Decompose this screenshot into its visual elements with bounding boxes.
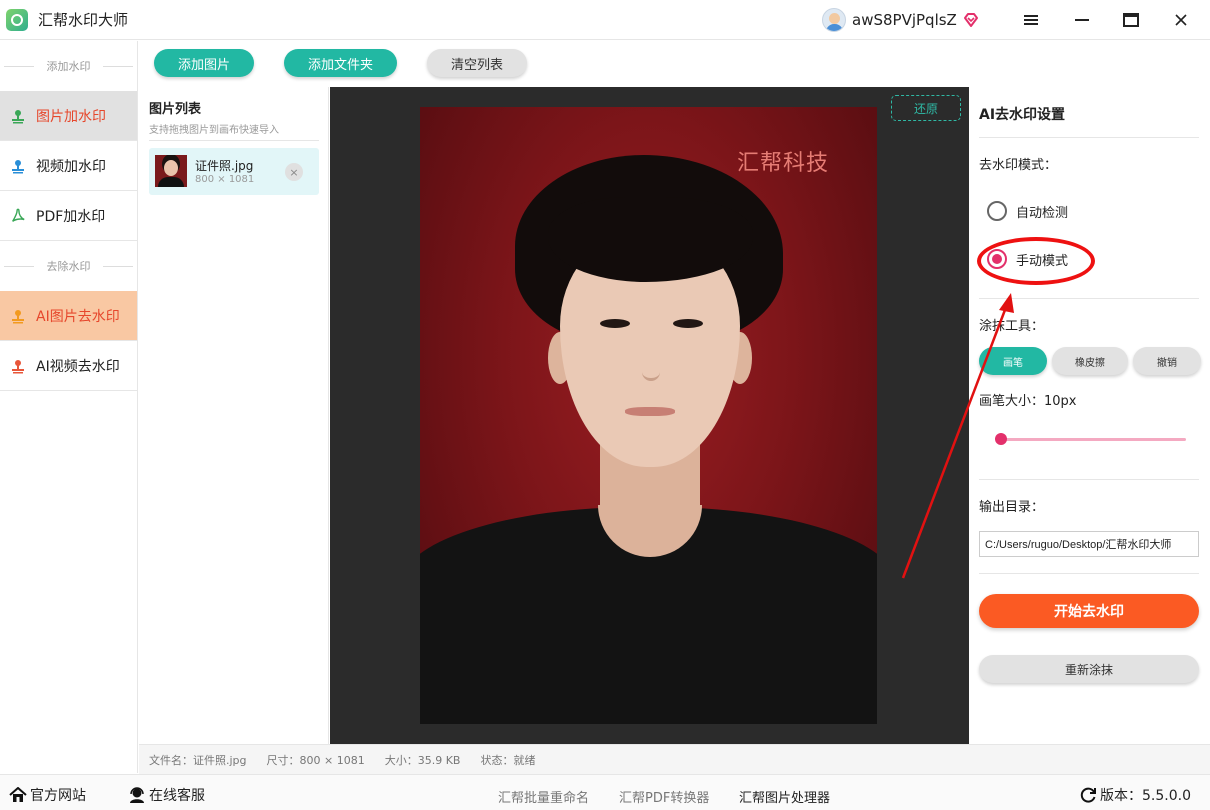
brush-size-label: 画笔大小： xyxy=(979,394,1045,409)
refresh-icon xyxy=(1079,786,1097,804)
sidebar: 添加水印 图片加水印 视频加水印 PDF加水印 去除水印 AI图片去水印 AI视… xyxy=(0,41,138,773)
photo-mouth xyxy=(625,407,675,416)
sidebar-item-ai-image-remove[interactable]: AI图片去水印 xyxy=(0,291,137,341)
image-list-title: 图片列表 xyxy=(149,102,202,117)
version-info[interactable]: 版本：5.5.0.0 xyxy=(1079,785,1191,805)
vip-diamond-icon[interactable] xyxy=(963,12,979,28)
file-dimensions: 800 × 1081 xyxy=(195,174,255,185)
divider xyxy=(979,479,1199,480)
maximize-icon[interactable] xyxy=(1118,8,1144,32)
start-remove-button[interactable]: 开始去水印 xyxy=(979,594,1199,628)
sidebar-item-label: 视频加水印 xyxy=(36,158,106,175)
image-stamp-icon xyxy=(10,108,26,124)
username[interactable]: awS8PVjPqlsZ xyxy=(852,11,957,29)
footer-tool-pdf[interactable]: 汇帮PDF转换器 xyxy=(619,787,709,806)
user-account[interactable]: awS8PVjPqlsZ xyxy=(822,7,979,33)
clear-list-button[interactable]: 清空列表 xyxy=(427,49,527,77)
website-link-label: 官方网站 xyxy=(30,788,86,804)
hamburger-menu-icon[interactable] xyxy=(1018,8,1044,32)
footer: 官方网站 在线客服 汇帮批量重命名 汇帮PDF转换器 汇帮图片处理器 版本：5.… xyxy=(0,774,1210,810)
website-link[interactable]: 官方网站 xyxy=(9,785,86,805)
photo-eye-left xyxy=(600,319,630,328)
avatar[interactable] xyxy=(822,8,846,32)
app-logo-icon xyxy=(6,8,28,31)
status-bar: 文件名：证件照.jpg 尺寸：800 × 1081 大小：35.9 KB 状态：… xyxy=(139,744,1210,774)
sidebar-item-label: AI视频去水印 xyxy=(36,358,120,375)
eraser-tool-button[interactable]: 橡皮擦 xyxy=(1052,347,1128,375)
file-name: 证件照.jpg xyxy=(195,159,254,173)
mode-label: 去水印模式： xyxy=(979,158,1058,173)
footer-tool-rename[interactable]: 汇帮批量重命名 xyxy=(498,787,589,806)
photo-eye-right xyxy=(673,319,703,328)
headset-icon xyxy=(128,786,146,804)
sidebar-item-ai-video-remove[interactable]: AI视频去水印 xyxy=(0,341,137,391)
sidebar-item-label: AI图片去水印 xyxy=(36,308,120,325)
divider xyxy=(979,298,1199,299)
divider xyxy=(979,137,1199,138)
restore-button[interactable]: 还原 xyxy=(891,95,961,121)
title-bar: 汇帮水印大师 awS8PVjPqlsZ xyxy=(0,0,1210,40)
highlight-annotation xyxy=(977,237,1095,285)
sidebar-item-image-watermark[interactable]: 图片加水印 xyxy=(0,91,137,141)
reapply-button[interactable]: 重新涂抹 xyxy=(979,655,1199,683)
status-size: 大小：35.9 KB xyxy=(384,753,461,767)
brush-size-value: 10px xyxy=(1044,394,1077,409)
support-link[interactable]: 在线客服 xyxy=(128,785,205,805)
image-list-hint: 支持拖拽图片到画布快速导入 xyxy=(149,125,279,136)
sidebar-item-video-watermark[interactable]: 视频加水印 xyxy=(0,141,137,191)
sidebar-section-add: 添加水印 xyxy=(0,41,137,91)
ai-image-stamp-icon xyxy=(10,308,26,324)
file-thumbnail xyxy=(155,155,187,187)
mode-auto-radio[interactable]: 自动检测 xyxy=(987,201,1068,221)
sidebar-item-label: 图片加水印 xyxy=(36,108,106,125)
brush-size-slider[interactable] xyxy=(998,438,1186,441)
footer-tool-image[interactable]: 汇帮图片处理器 xyxy=(739,787,830,806)
image-canvas[interactable]: 还原 汇帮科技 xyxy=(330,87,969,744)
slider-handle[interactable] xyxy=(995,433,1007,445)
minimize-icon[interactable] xyxy=(1069,8,1095,32)
support-link-label: 在线客服 xyxy=(149,788,205,804)
home-icon xyxy=(9,786,27,804)
status-dimensions: 尺寸：800 × 1081 xyxy=(266,753,365,767)
remove-file-button[interactable]: × xyxy=(285,163,303,181)
tool-label: 涂抹工具： xyxy=(979,319,1045,334)
mode-auto-label: 自动检测 xyxy=(1016,205,1069,221)
settings-panel: AI去水印设置 去水印模式： 自动检测 手动模式 涂抹工具： 画笔 橡皮擦 撤销… xyxy=(970,87,1210,744)
version-label: 版本：5.5.0.0 xyxy=(1100,788,1191,804)
brush-size-row: 画笔大小：10px xyxy=(979,390,1077,409)
add-folder-button[interactable]: 添加文件夹 xyxy=(284,49,397,77)
photo-nose xyxy=(642,357,660,381)
output-path-field[interactable]: C:/Users/ruguo/Desktop/汇帮水印大师 xyxy=(979,531,1199,557)
status-filename: 文件名：证件照.jpg xyxy=(149,753,247,767)
radio-button[interactable] xyxy=(987,201,1007,221)
undo-button[interactable]: 撤销 xyxy=(1133,347,1201,375)
sidebar-section-remove: 去除水印 xyxy=(0,241,137,291)
app-title: 汇帮水印大师 xyxy=(38,11,129,29)
image-list-panel: 图片列表 支持拖拽图片到画布快速导入 证件照.jpg 800 × 1081 × xyxy=(139,87,329,744)
sidebar-item-pdf-watermark[interactable]: PDF加水印 xyxy=(0,191,137,241)
ai-video-stamp-icon xyxy=(10,358,26,374)
watermark-text[interactable]: 汇帮科技 xyxy=(737,145,829,177)
status-state: 状态：就绪 xyxy=(480,753,536,767)
close-icon[interactable] xyxy=(1168,8,1194,32)
portrait-photo[interactable]: 汇帮科技 xyxy=(420,107,877,724)
pdf-icon xyxy=(10,208,26,224)
sidebar-item-label: PDF加水印 xyxy=(36,208,106,225)
add-image-button[interactable]: 添加图片 xyxy=(154,49,254,77)
divider xyxy=(149,140,319,141)
brush-tool-button[interactable]: 画笔 xyxy=(979,347,1047,375)
toolbar: 添加图片 添加文件夹 清空列表 xyxy=(139,41,1210,87)
settings-title: AI去水印设置 xyxy=(979,107,1066,123)
output-label: 输出目录： xyxy=(979,500,1045,515)
list-item[interactable]: 证件照.jpg 800 × 1081 × xyxy=(149,148,319,195)
video-stamp-icon xyxy=(10,158,26,174)
divider xyxy=(979,573,1199,574)
